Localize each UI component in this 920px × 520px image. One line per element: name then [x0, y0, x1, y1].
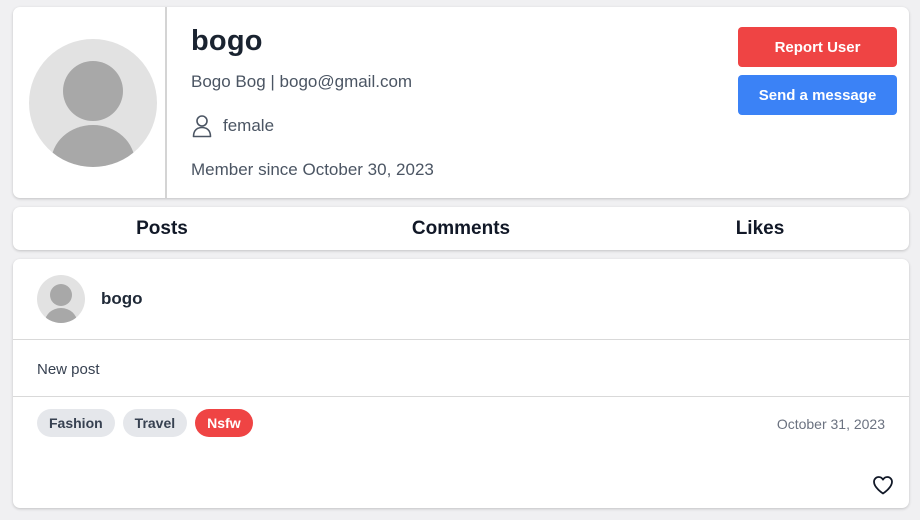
profile-gender: female [191, 114, 274, 138]
user-avatar-icon [51, 61, 135, 167]
like-button[interactable] [871, 473, 895, 497]
person-icon [192, 115, 212, 138]
tag-travel[interactable]: Travel [122, 409, 188, 437]
post-date: October 31, 2023 [776, 416, 885, 432]
tag-fashion[interactable]: Fashion [37, 409, 115, 437]
user-avatar-icon [45, 284, 77, 323]
post-author-name[interactable]: bogo [101, 289, 143, 309]
profile-avatar [29, 39, 157, 167]
member-since: Member since October 30, 2023 [191, 160, 434, 179]
profile-username: bogo [191, 25, 263, 57]
post-footer-divider [13, 396, 909, 397]
profile-divider [165, 7, 167, 198]
tab-comments[interactable]: Comments [312, 207, 610, 250]
report-user-button[interactable]: Report User [738, 27, 897, 67]
send-message-button[interactable]: Send a message [738, 75, 897, 115]
gender-label: female [223, 116, 275, 135]
profile-name-email: Bogo Bog | bogo@gmail.com [191, 72, 413, 91]
post-content: New post [37, 361, 100, 378]
post-card: bogo New post Fashion Travel Nsfw Octobe… [13, 259, 909, 508]
post-tags: Fashion Travel Nsfw [37, 409, 253, 437]
post-author-avatar[interactable] [37, 275, 85, 323]
tab-likes[interactable]: Likes [611, 207, 909, 250]
profile-card: bogo Bogo Bog | bogo@gmail.com female Me… [13, 7, 909, 198]
heart-icon [873, 476, 893, 495]
post-header-divider [13, 339, 909, 340]
tab-posts[interactable]: Posts [13, 207, 311, 250]
profile-tabs: Posts Comments Likes [13, 207, 909, 250]
tag-nsfw[interactable]: Nsfw [195, 409, 253, 437]
